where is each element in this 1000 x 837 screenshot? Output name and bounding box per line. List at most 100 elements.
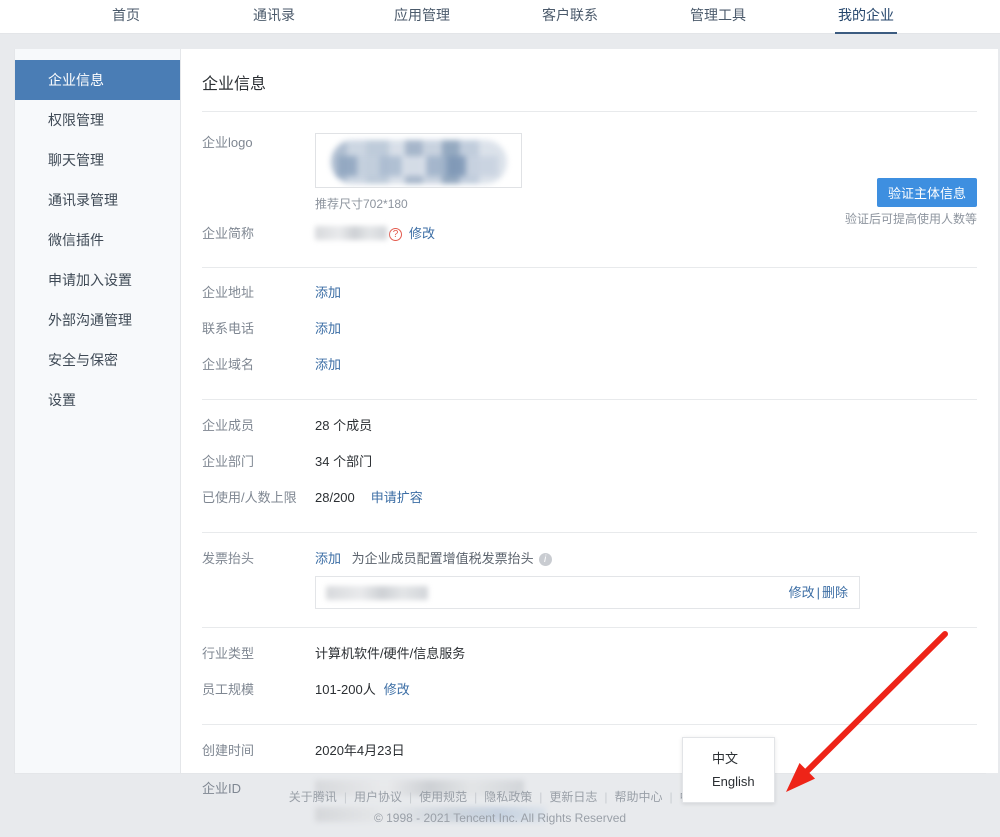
footer-separator: |	[408, 790, 413, 804]
tab-app-management[interactable]: 应用管理	[348, 0, 496, 34]
logo-row-label: 企业logo	[202, 135, 253, 150]
top-nav-tab-list: 首页 通讯录 应用管理 客户联系 管理工具 我的企业	[0, 0, 1000, 34]
verify-hint-text: 验证后可提高使用人数等	[844, 212, 977, 226]
tab-home-label: 首页	[112, 7, 140, 23]
language-option-chinese[interactable]: 中文	[683, 747, 774, 770]
invoice-title-item: 修改 | 删除	[315, 576, 860, 609]
tab-contacts[interactable]: 通讯录	[200, 0, 348, 34]
sidebar-item-label: 申请加入设置	[48, 272, 132, 288]
sidebar-item-permission-management[interactable]: 权限管理	[15, 100, 180, 140]
footer-separator: |	[343, 790, 347, 804]
question-icon[interactable]: ?	[389, 228, 402, 241]
tab-contacts-label: 通讯录	[253, 7, 295, 23]
page-footer: 关于腾讯|用户协议|使用规范|隐私政策|更新日志|帮助中心|中文▾ © 1998…	[0, 788, 1000, 837]
sidebar-item-security-privacy[interactable]: 安全与保密	[15, 340, 180, 380]
staff-size-edit-link[interactable]: 修改	[384, 682, 410, 697]
members-label: 企业成员	[202, 418, 255, 433]
domain-row: 企业域名 添加	[202, 355, 977, 382]
footer-link-help-center[interactable]: 帮助中心	[615, 790, 663, 804]
quota-expand-link[interactable]: 申请扩容	[371, 490, 423, 505]
language-option-english[interactable]: English	[683, 770, 774, 793]
sidebar-item-chat-management[interactable]: 聊天管理	[15, 140, 180, 180]
sidebar-item-label: 安全与保密	[48, 352, 118, 368]
staff-size-value: 101-200人	[315, 682, 376, 697]
invoice-actions: 修改 | 删除	[789, 583, 848, 603]
footer-link-user-agreement[interactable]: 用户协议	[354, 790, 402, 804]
tab-admin-tools-label: 管理工具	[690, 7, 746, 23]
sidebar-item-enterprise-info[interactable]: 企业信息	[15, 60, 180, 100]
sidebar-item-label: 企业信息	[48, 72, 104, 88]
invoice-value: 添加 为企业成员配置增值税发票抬头 i 修改 | 删除	[315, 549, 977, 609]
address-row: 企业地址 添加	[202, 283, 977, 310]
sidebar-item-label: 通讯录管理	[48, 192, 118, 208]
sidebar-item-settings[interactable]: 设置	[15, 380, 180, 420]
tab-admin-tools[interactable]: 管理工具	[644, 0, 792, 34]
quota-label: 已使用/人数上限	[202, 490, 297, 505]
sidebar-item-wechat-plugin[interactable]: 微信插件	[15, 220, 180, 260]
tab-my-enterprise-label: 我的企业	[838, 7, 894, 23]
content-area: 企业信息 验证主体信息 验证后可提高使用人数等 企业logo 推荐尺寸702*1…	[181, 49, 998, 822]
members-row: 企业成员 28 个成员	[202, 416, 977, 443]
sidebar-item-contacts-management[interactable]: 通讯录管理	[15, 180, 180, 220]
sidebar-item-label: 聊天管理	[48, 152, 104, 168]
phone-label: 联系电话	[202, 321, 255, 336]
invoice-edit-link[interactable]: 修改	[789, 585, 815, 600]
short-name-edit-link[interactable]: 修改	[409, 226, 435, 241]
members-value: 28 个成员	[315, 418, 373, 433]
logo-row: 企业logo 推荐尺寸702*180	[202, 133, 977, 214]
invoice-add-link[interactable]: 添加	[315, 551, 341, 566]
page-title: 企业信息	[202, 76, 267, 93]
quota-row: 已使用/人数上限 28/200 申请扩容	[202, 488, 977, 515]
industry-label: 行业类型	[202, 646, 255, 661]
footer-link-privacy-policy[interactable]: 隐私政策	[484, 790, 532, 804]
language-dropdown-popup: 中文 English	[682, 737, 775, 803]
short-name-masked-value	[315, 226, 387, 240]
invoice-delete-link[interactable]: 删除	[822, 585, 848, 600]
info-icon[interactable]: i	[538, 553, 552, 566]
tab-my-enterprise[interactable]: 我的企业	[792, 0, 940, 34]
phone-row: 联系电话 添加	[202, 319, 977, 346]
domain-add-link[interactable]: 添加	[315, 357, 341, 372]
tab-home[interactable]: 首页	[52, 0, 200, 34]
address-add-link[interactable]: 添加	[315, 285, 341, 300]
sidebar: 企业信息 权限管理 聊天管理 通讯录管理 微信插件 申请加入设置 外部沟通管理 …	[15, 49, 181, 773]
sidebar-item-join-request-settings[interactable]: 申请加入设置	[15, 260, 180, 300]
footer-link-changelog[interactable]: 更新日志	[549, 790, 597, 804]
invoice-description: 为企业成员配置增值税发票抬头	[351, 551, 534, 566]
created-time-label: 创建时间	[202, 743, 255, 758]
industry-row: 行业类型 计算机软件/硬件/信息服务	[202, 644, 977, 671]
footer-link-usage-rules[interactable]: 使用规范	[419, 790, 467, 804]
staff-size-value-wrap: 101-200人 修改	[315, 680, 977, 700]
created-time-row: 创建时间 2020年4月23日	[202, 741, 977, 768]
staff-size-row: 员工规模 101-200人 修改	[202, 680, 977, 707]
departments-value: 34 个部门	[315, 454, 373, 469]
top-navigation-bar: 首页 通讯录 应用管理 客户联系 管理工具 我的企业	[0, 0, 1000, 34]
short-name-row: 企业简称 ? 修改	[202, 224, 977, 251]
verify-entity-button[interactable]: 验证主体信息	[876, 178, 977, 207]
footer-separator: |	[604, 790, 608, 804]
logo-blurred-content-secondary	[338, 156, 498, 176]
footer-link-about-tencent[interactable]: 关于腾讯	[289, 790, 337, 804]
created-time-value: 2020年4月23日	[315, 743, 405, 758]
quota-value-wrap: 28/200 申请扩容	[315, 488, 977, 508]
quota-value: 28/200	[315, 490, 355, 505]
enterprise-logo-image[interactable]	[315, 133, 522, 188]
address-label: 企业地址	[202, 285, 255, 300]
tab-customer-contact[interactable]: 客户联系	[496, 0, 644, 34]
sidebar-item-external-communication[interactable]: 外部沟通管理	[15, 300, 180, 340]
sidebar-item-label: 微信插件	[48, 232, 104, 248]
tab-app-management-label: 应用管理	[394, 7, 450, 23]
footer-separator: |	[539, 790, 543, 804]
short-name-label: 企业简称	[202, 226, 255, 241]
page-panel: 企业信息 权限管理 聊天管理 通讯录管理 微信插件 申请加入设置 外部沟通管理 …	[14, 49, 998, 822]
staff-size-label: 员工规模	[202, 682, 255, 697]
footer-separator: |	[669, 790, 673, 804]
invoice-section: 发票抬头 添加 为企业成员配置增值税发票抬头 i 修改 | 删除	[202, 533, 977, 609]
sidebar-item-label: 设置	[48, 392, 76, 408]
footer-separator: |	[474, 790, 478, 804]
invoice-masked-value	[326, 585, 428, 600]
sidebar-item-label: 权限管理	[48, 112, 104, 128]
industry-value: 计算机软件/硬件/信息服务	[315, 646, 466, 661]
phone-add-link[interactable]: 添加	[315, 321, 341, 336]
domain-label: 企业域名	[202, 357, 255, 372]
